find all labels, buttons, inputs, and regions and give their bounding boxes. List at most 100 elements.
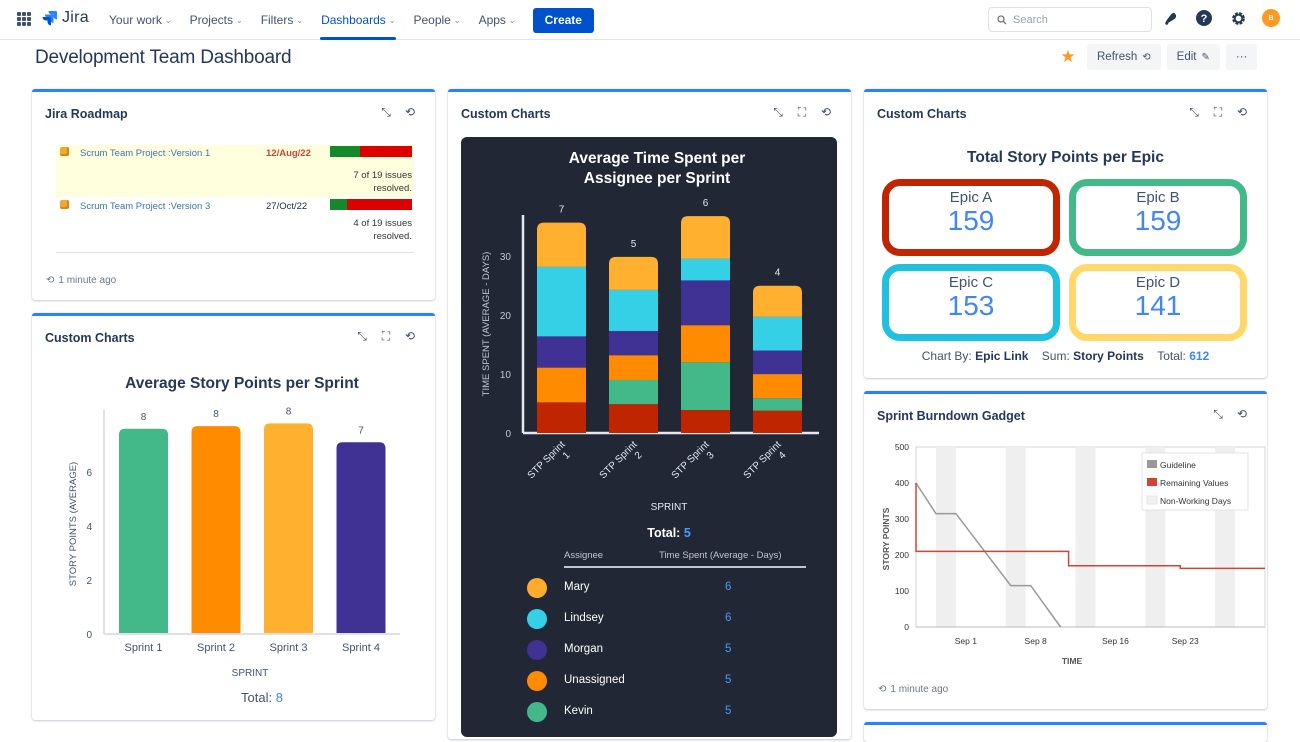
time-spent-value[interactable]: 6 — [725, 612, 731, 624]
x-tick-label-group: STP Sprint4 — [742, 439, 789, 481]
y-axis-label: STORY POINTS — [881, 507, 891, 570]
roadmap-gadget: Jira Roadmap ⤡ ⟲ Scrum Team Project :Ver… — [32, 89, 435, 300]
time-spent-value[interactable]: 5 — [725, 674, 731, 686]
y-tick-label: 2 — [86, 576, 92, 587]
stacked-bar-segment — [681, 362, 730, 411]
x-tick-label: 4 — [777, 450, 789, 462]
jira-logo[interactable]: Jira — [42, 9, 89, 27]
x-axis-label: TIME — [1062, 656, 1083, 666]
time-spent-value[interactable]: 6 — [725, 581, 731, 593]
app-switcher-icon[interactable] — [17, 12, 31, 26]
fullscreen-icon[interactable]: ⛶ — [795, 105, 809, 119]
y-tick-label: 0 — [86, 630, 92, 641]
nav-projects[interactable]: Projects ⌄ — [181, 0, 252, 40]
minimize-icon[interactable]: ⤡ — [771, 105, 785, 119]
nav-your-work[interactable]: Your work ⌄ — [100, 0, 181, 40]
epic-tile[interactable]: Epic B 159 — [1069, 179, 1247, 256]
x-tick-label-group: STP Sprint2 — [598, 439, 645, 481]
epic-tile[interactable]: Epic D 141 — [1069, 264, 1247, 341]
epic-name: Epic C — [948, 274, 994, 291]
stacked-bar-segment — [753, 410, 802, 433]
minimize-icon[interactable]: ⤡ — [379, 105, 393, 119]
search-placeholder: Search — [1013, 13, 1048, 26]
help-icon[interactable]: ? — [1194, 8, 1214, 28]
refresh-icon[interactable]: ⟲ — [403, 105, 417, 119]
legend-color-dot — [527, 578, 547, 598]
epic-value: 159 — [1134, 205, 1182, 236]
minimize-icon[interactable]: ⤡ — [1187, 105, 1201, 119]
legend-label: Remaining Values — [1160, 478, 1228, 488]
legend-color-dot — [527, 702, 547, 722]
jira-logo-icon — [42, 11, 57, 26]
assignee-name: Mary — [564, 581, 590, 593]
settings-gear-icon[interactable] — [1228, 8, 1248, 28]
y-tick-label: 200 — [895, 550, 909, 560]
bar — [191, 426, 241, 633]
version-link[interactable]: Scrum Team Project :Version 3 — [80, 201, 210, 212]
epic-tile[interactable]: Epic C 153 — [882, 264, 1060, 341]
epic-name: Epic B — [1136, 189, 1180, 206]
divider — [56, 252, 414, 253]
edit-button[interactable]: Edit ✎ — [1166, 44, 1220, 70]
assignee-row: Morgan 5 — [527, 637, 827, 661]
user-avatar[interactable]: B — [1262, 9, 1280, 27]
epic-value: 141 — [1134, 290, 1182, 321]
bar-data-label: 5 — [631, 239, 637, 250]
stacked-bar-segment — [681, 258, 730, 281]
gadget-title: Custom Charts — [877, 107, 967, 121]
status-line: resolved. — [373, 231, 412, 242]
nav-filters[interactable]: Filters ⌄ — [252, 0, 312, 40]
chart-legend: Guideline Remaining Values Non-Working Day… — [1141, 452, 1249, 511]
bar-data-label: 4 — [775, 268, 781, 279]
x-tick-label: Sprint 3 — [270, 642, 308, 654]
nav-apps[interactable]: Apps ⌄ — [470, 0, 525, 40]
refresh-button[interactable]: Refresh ⟲ — [1087, 44, 1161, 70]
non-working-day-band — [1005, 447, 1026, 627]
epic-tile[interactable]: Epic A 159 — [882, 179, 1060, 256]
nav-people[interactable]: People ⌄ — [404, 0, 469, 40]
more-actions-button[interactable]: ··· — [1225, 44, 1258, 70]
time-spent-stacked-bar-chart: Average Time Spent per Assignee per Sprin… — [481, 150, 819, 540]
time-spent-value[interactable]: 5 — [725, 643, 731, 655]
version-progress-bar — [330, 199, 412, 210]
nav-dashboards[interactable]: Dashboards ⌄ — [312, 0, 404, 40]
star-favorite-icon[interactable]: ★ — [1055, 47, 1081, 67]
chevron-down-icon: ⌄ — [164, 15, 172, 25]
x-tick-label: STP Sprint — [670, 439, 712, 481]
x-tick-label: Sep 23 — [1172, 636, 1199, 646]
chevron-down-icon: ⌄ — [508, 15, 516, 25]
notifications-bell-icon[interactable] — [1160, 8, 1180, 28]
last-updated-text: 1 minute ago — [58, 275, 117, 286]
version-status: 4 of 19 issues resolved. — [332, 217, 412, 243]
time-spent-value[interactable]: 5 — [725, 705, 731, 717]
create-button[interactable]: Create — [532, 7, 594, 33]
stacked-bar-segment — [609, 355, 658, 380]
x-tick-label: STP Sprint — [598, 439, 640, 481]
y-tick-label: 20 — [500, 311, 512, 322]
nav-label: Apps — [478, 13, 506, 27]
assignee-name: Morgan — [564, 643, 603, 655]
legend-color-dot — [527, 671, 547, 691]
refresh-icon[interactable]: ⟲ — [819, 105, 833, 119]
version-status: 7 of 19 issues resolved. — [332, 169, 412, 195]
stacked-bar-segment — [537, 222, 586, 267]
version-release-date: 12/Aug/22 — [266, 148, 311, 159]
chart-total-value: 5 — [684, 526, 691, 540]
bar-data-label: 7 — [559, 205, 565, 216]
legend-color-dot — [527, 609, 547, 629]
chart-title-line: Assignee per Sprint — [584, 170, 730, 187]
bar-data-label: 7 — [358, 425, 364, 436]
chart-summary: Chart By: Epic Link Sum: Story Points To… — [864, 349, 1267, 363]
refresh-icon[interactable]: ⟲ — [1235, 105, 1249, 119]
stacked-bar-segment — [537, 336, 586, 368]
top-right-icons: ? B — [1160, 8, 1280, 28]
assignee-name: Lindsey — [564, 612, 604, 624]
search-input[interactable]: Search — [988, 7, 1152, 32]
x-tick-label: 3 — [705, 450, 717, 462]
chevron-down-icon: ⌄ — [235, 15, 243, 25]
chart-total: Total: 5 — [647, 526, 691, 540]
epic-value: 153 — [947, 290, 995, 321]
fullscreen-icon[interactable]: ⛶ — [1211, 105, 1225, 119]
version-link[interactable]: Scrum Team Project :Version 1 — [80, 148, 210, 159]
refresh-icon: ⟲ — [1142, 51, 1151, 63]
